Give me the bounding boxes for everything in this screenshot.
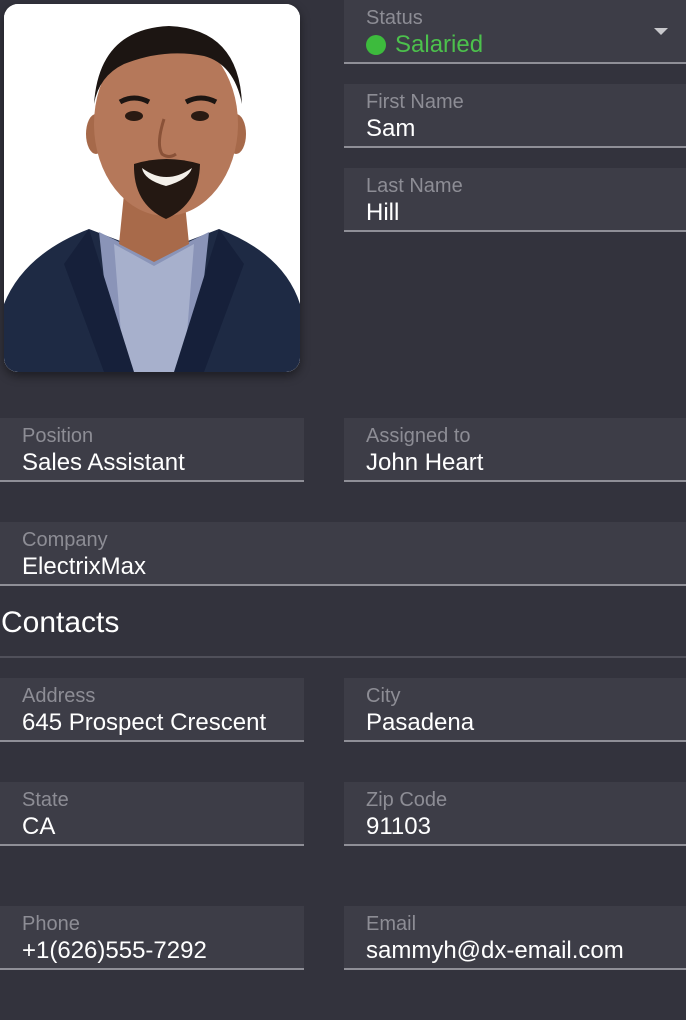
last-name-label: Last Name	[366, 175, 463, 197]
position-label: Position	[22, 425, 94, 447]
employee-detail-form: Status Salaried First Name Sam Last Name…	[0, 0, 686, 1020]
phone-field[interactable]: Phone +1(626)555-7292	[0, 906, 304, 970]
company-label: Company	[22, 529, 108, 551]
city-label: City	[366, 685, 401, 707]
company-field[interactable]: Company ElectrixMax	[0, 522, 686, 586]
first-name-value: Sam	[366, 115, 416, 142]
phone-value: +1(626)555-7292	[22, 937, 207, 964]
state-label: State	[22, 789, 69, 811]
zip-code-value: 91103	[366, 813, 431, 840]
email-label: Email	[366, 913, 417, 935]
email-value: sammyh@dx-email.com	[366, 937, 624, 964]
first-name-label: First Name	[366, 91, 464, 113]
phone-label: Phone	[22, 913, 80, 935]
address-value: 645 Prospect Crescent	[22, 709, 267, 736]
position-value: Sales Assistant	[22, 449, 185, 476]
employee-photo	[4, 4, 300, 372]
assigned-to-label: Assigned to	[366, 425, 471, 447]
city-field[interactable]: City Pasadena	[344, 678, 686, 742]
company-value: ElectrixMax	[22, 553, 147, 580]
state-value: CA	[22, 813, 56, 840]
status-value: Salaried	[366, 31, 483, 59]
status-text: Salaried	[395, 31, 484, 58]
city-value: Pasadena	[366, 709, 475, 736]
status-indicator-icon	[366, 35, 386, 55]
dropdown-arrow-icon[interactable]	[654, 28, 668, 35]
last-name-field[interactable]: Last Name Hill	[344, 168, 686, 232]
address-label: Address	[22, 685, 96, 707]
status-field[interactable]: Status Salaried	[344, 0, 686, 64]
last-name-value: Hill	[366, 199, 400, 226]
address-field[interactable]: Address 645 Prospect Crescent	[0, 678, 304, 742]
state-field[interactable]: State CA	[0, 782, 304, 846]
contacts-section-title: Contacts	[1, 606, 120, 639]
first-name-field[interactable]: First Name Sam	[344, 84, 686, 148]
portrait-image	[4, 4, 300, 372]
section-divider	[0, 656, 686, 658]
zip-code-field[interactable]: Zip Code 91103	[344, 782, 686, 846]
zip-code-label: Zip Code	[366, 789, 448, 811]
email-field[interactable]: Email sammyh@dx-email.com	[344, 906, 686, 970]
status-label: Status	[366, 7, 423, 29]
assigned-to-field[interactable]: Assigned to John Heart	[344, 418, 686, 482]
assigned-to-value: John Heart	[366, 449, 484, 476]
position-field[interactable]: Position Sales Assistant	[0, 418, 304, 482]
